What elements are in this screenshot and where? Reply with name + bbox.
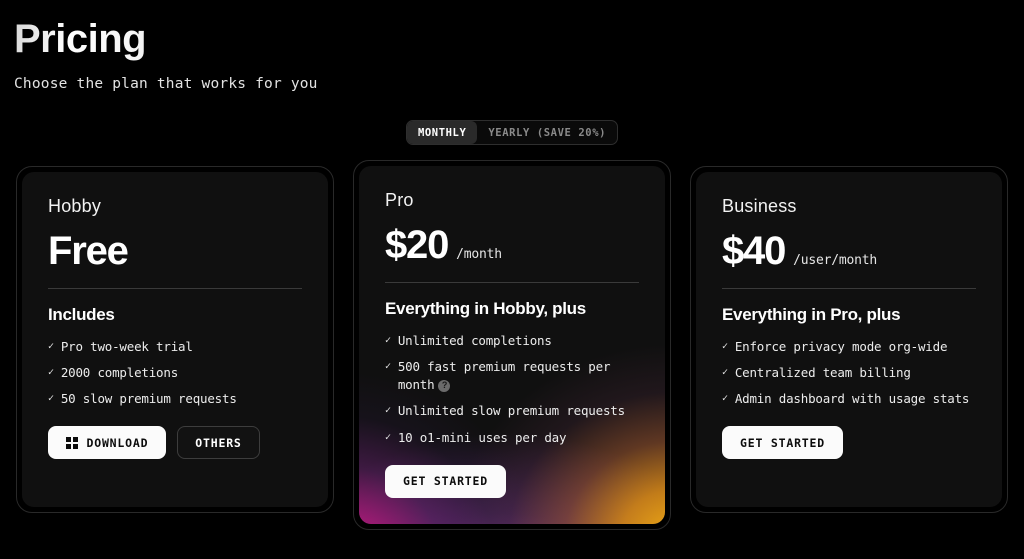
info-icon[interactable]: ?	[438, 379, 451, 392]
button-label: OTHERS	[195, 435, 242, 450]
feature-item: ✓ Pro two-week trial	[48, 338, 302, 356]
plan-name: Hobby	[48, 196, 102, 216]
others-button[interactable]: OTHERS	[177, 426, 260, 460]
page-subtitle: Choose the plan that works for you	[14, 76, 318, 92]
feature-label: 2000 completions	[60, 365, 179, 381]
check-icon: ✓	[722, 367, 728, 379]
card-content: Hobby Free Includes ✓ Pro two-week trial ✓ 200…	[48, 196, 302, 485]
feature-item: ✓ 2000 completions	[48, 364, 302, 382]
card-actions: GET STARTED	[385, 464, 639, 524]
toggle-option-monthly[interactable]: MONTHLY	[406, 121, 478, 144]
feature-text-wrapper: Unlimited completions	[398, 332, 552, 350]
feature-label: Pro two-week trial	[60, 339, 193, 354]
check-icon: ✓	[385, 405, 391, 417]
get-started-button[interactable]: GET STARTED	[385, 464, 506, 498]
card-actions: GET STARTED	[722, 426, 976, 485]
card-divider	[48, 288, 302, 289]
feature-item: ✓ Admin dashboard with usage stats	[722, 390, 976, 408]
card-content: Pro $20/month Everything in Hobby, plus ✓ Un…	[385, 190, 639, 524]
check-icon: ✓	[48, 341, 54, 352]
check-icon: ✓	[48, 367, 54, 379]
feature-text-wrapper: Admin dashboard with usage stats	[734, 390, 970, 408]
feature-item: ✓ 500 fast premium requests per month?	[385, 358, 639, 394]
feature-item: ✓ Enforce privacy mode org-wide	[722, 338, 976, 356]
button-label: DOWNLOAD	[86, 435, 149, 450]
windows-icon	[66, 437, 78, 449]
get-started-button[interactable]: GET STARTED	[722, 426, 843, 460]
card-divider	[722, 288, 976, 289]
feature-text-wrapper: 50 slow premium requests	[61, 390, 237, 408]
price-value: $40	[722, 229, 786, 273]
check-icon: ✓	[385, 431, 391, 443]
billing-toggle[interactable]: MONTHLY YEARLY (SAVE 20%)	[405, 120, 619, 145]
card-body: Pro $20/month Everything in Hobby, plus ✓ Un…	[359, 166, 665, 524]
plan-name: Business	[722, 196, 797, 216]
feature-item: ✓ Unlimited completions	[385, 332, 639, 350]
button-label: GET STARTED	[740, 435, 825, 450]
price-unit: /month	[456, 247, 502, 262]
check-icon: ✓	[385, 361, 391, 373]
feature-label: Admin dashboard with usage stats	[734, 391, 970, 407]
features-list: ✓ Pro two-week trial ✓ 2000 completions ✓ 50 …	[48, 338, 302, 408]
button-label: GET STARTED	[403, 474, 488, 489]
feature-text-wrapper: Unlimited slow premium requests	[398, 402, 625, 420]
price-value: Free	[48, 229, 129, 273]
card-divider	[385, 282, 639, 283]
check-icon: ✓	[722, 341, 728, 352]
feature-label: Enforce privacy mode org-wide	[734, 339, 948, 354]
feature-label: 50 slow premium requests	[60, 391, 237, 407]
pricing-card-business: Business $40/user/month Everything in Pro,…	[690, 166, 1008, 513]
card-body: Business $40/user/month Everything in Pro,…	[696, 172, 1002, 507]
feature-item: ✓ 50 slow premium requests	[48, 390, 302, 408]
features-heading: Everything in Pro, plus	[722, 305, 901, 324]
features-list: ✓ Unlimited completions ✓ 500 fast premium …	[385, 332, 639, 447]
price-unit: /user/month	[793, 253, 878, 268]
page-header: Pricing Choose the plan that works for y…	[0, 0, 1024, 92]
feature-label: Unlimited slow premium requests	[397, 403, 625, 419]
feature-label: Unlimited completions	[397, 333, 552, 348]
feature-label: 500 fast premium requests per month	[397, 359, 611, 393]
feature-label: 10 o1-mini uses per day	[397, 429, 567, 445]
features-heading: Everything in Hobby, plus	[385, 299, 586, 318]
plan-name: Pro	[385, 190, 414, 210]
pricing-card-hobby: Hobby Free Includes ✓ Pro two-week trial ✓ 200…	[16, 166, 334, 513]
toggle-option-yearly[interactable]: YEARLY (SAVE 20%)	[477, 121, 617, 144]
pricing-card-pro: Pro $20/month Everything in Hobby, plus ✓ Un…	[353, 160, 671, 530]
feature-label: Centralized team billing	[734, 365, 911, 381]
feature-text-wrapper: 2000 completions	[61, 364, 178, 382]
check-icon: ✓	[48, 393, 54, 405]
check-icon: ✓	[722, 393, 728, 405]
price-value: $20	[385, 223, 449, 267]
card-actions: DOWNLOAD OTHERS	[48, 426, 302, 485]
check-icon: ✓	[385, 335, 391, 346]
download-button[interactable]: DOWNLOAD	[48, 426, 167, 460]
price-row: $40/user/month	[722, 231, 976, 271]
pricing-cards-row: Hobby Free Includes ✓ Pro two-week trial ✓ 200…	[0, 160, 1024, 530]
features-heading: Includes	[48, 305, 115, 324]
feature-item: ✓ Unlimited slow premium requests	[385, 402, 639, 420]
feature-text-wrapper: Enforce privacy mode org-wide	[734, 338, 948, 356]
page-title: Pricing	[14, 17, 147, 61]
feature-text-wrapper: 500 fast premium requests per month?	[398, 358, 639, 394]
feature-text-wrapper: Centralized team billing	[735, 364, 911, 382]
feature-text-wrapper: Pro two-week trial	[61, 338, 193, 356]
feature-text-wrapper: 10 o1-mini uses per day	[398, 429, 567, 447]
card-body: Hobby Free Includes ✓ Pro two-week trial ✓ 200…	[22, 172, 328, 507]
feature-item: ✓ 10 o1-mini uses per day	[385, 429, 639, 447]
billing-toggle-wrapper: MONTHLY YEARLY (SAVE 20%)	[0, 120, 1024, 145]
card-content: Business $40/user/month Everything in Pro,…	[722, 196, 976, 485]
feature-item: ✓ Centralized team billing	[722, 364, 976, 382]
price-row: Free	[48, 231, 302, 271]
features-list: ✓ Enforce privacy mode org-wide ✓ Centraliz…	[722, 338, 976, 408]
price-row: $20/month	[385, 225, 639, 265]
